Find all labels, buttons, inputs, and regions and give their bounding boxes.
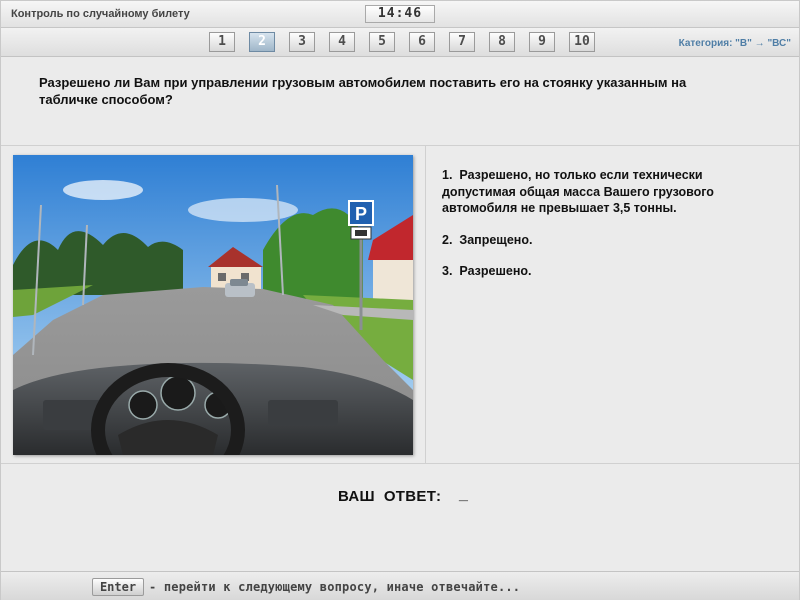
exam-window: Контроль по случайному билету 14:46 1 2 … — [0, 0, 800, 600]
answer-text: Разрешено, но только если технически доп… — [442, 168, 714, 215]
question-button-7[interactable]: 7 — [449, 32, 475, 52]
hint-text: - перейти к следующему вопросу, иначе от… — [149, 580, 521, 594]
answer-number: 2. — [442, 232, 453, 247]
title-bar: Контроль по случайному билету 14:46 — [1, 1, 799, 28]
question-button-6[interactable]: 6 — [409, 32, 435, 52]
question-navigation: 1 2 3 4 5 6 7 8 9 10 Категория: "В" → "В… — [1, 28, 799, 57]
question-button-1[interactable]: 1 — [209, 32, 235, 52]
enter-key-button[interactable]: Enter — [92, 578, 144, 596]
question-panel: Разрешено ли Вам при управлении грузовым… — [1, 57, 799, 146]
content-area: P 1. Разрешено, но только если техническ… — [1, 146, 799, 464]
your-answer-area: ВАШ ОТВЕТ: _ — [1, 464, 799, 570]
answer-option-1[interactable]: 1. Разрешено, но только если технически … — [442, 167, 772, 217]
question-button-2[interactable]: 2 — [249, 32, 275, 52]
answer-option-3[interactable]: 3. Разрешено. — [442, 263, 772, 280]
question-button-9[interactable]: 9 — [529, 32, 555, 52]
parking-sign-letter: P — [355, 204, 367, 224]
image-panel: P — [1, 146, 426, 463]
question-button-8[interactable]: 8 — [489, 32, 515, 52]
hint-bar: Enter - перейти к следующему вопросу, ин… — [1, 571, 799, 600]
answer-number: 1. — [442, 168, 453, 182]
answer-input[interactable]: _ — [459, 486, 468, 504]
answer-text: Запрещено. — [459, 232, 533, 247]
category-label: Категория: "В" → "ВС" — [678, 38, 791, 49]
window-title: Контроль по случайному билету — [11, 8, 190, 20]
countdown-timer: 14:46 — [365, 5, 435, 23]
road-scene-image: P — [13, 155, 413, 455]
your-answer-label: ВАШ ОТВЕТ: — [338, 488, 442, 505]
question-button-10[interactable]: 10 — [569, 32, 595, 52]
answer-number: 3. — [442, 264, 453, 278]
answer-options: 1. Разрешено, но только если технически … — [442, 167, 772, 295]
question-button-3[interactable]: 3 — [289, 32, 315, 52]
question-text: Разрешено ли Вам при управлении грузовым… — [39, 75, 687, 107]
question-button-4[interactable]: 4 — [329, 32, 355, 52]
question-button-5[interactable]: 5 — [369, 32, 395, 52]
answer-text: Разрешено. — [459, 264, 532, 278]
answer-option-2[interactable]: 2. Запрещено. — [442, 232, 772, 249]
